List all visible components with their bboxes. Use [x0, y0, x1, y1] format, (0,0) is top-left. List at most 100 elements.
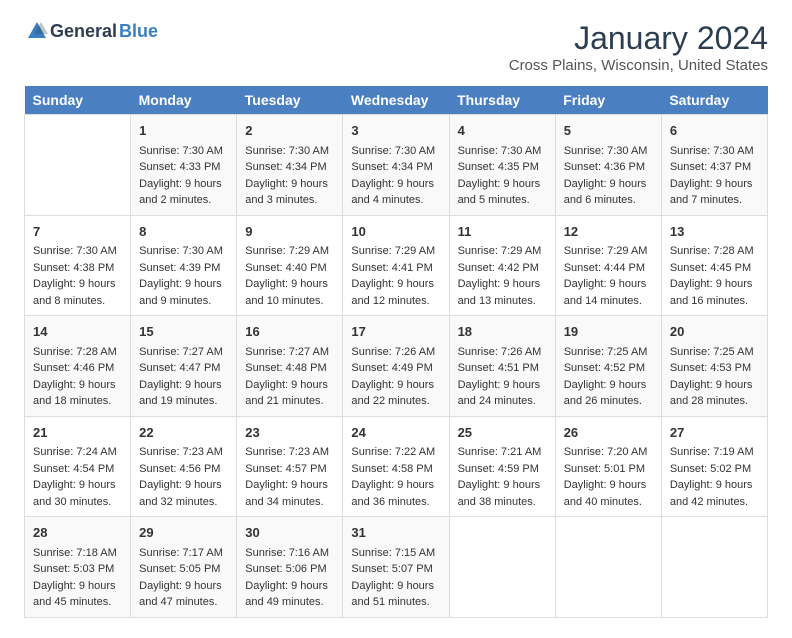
column-header-thursday: Thursday: [449, 86, 555, 115]
sunrise-text: Sunrise: 7:29 AM: [564, 245, 648, 257]
sunrise-text: Sunrise: 7:20 AM: [564, 446, 648, 458]
daylight-text: Daylight: 9 hours and 6 minutes.: [564, 178, 647, 207]
calendar-cell: 4 Sunrise: 7:30 AM Sunset: 4:35 PM Daylight…: [449, 115, 555, 216]
calendar-cell: 1Sunrise: 7:30 AMSunset: 4:33 PMDaylight…: [131, 115, 237, 216]
month-title: January 2024: [509, 20, 768, 57]
logo-blue-text: Blue: [119, 21, 158, 42]
day-number: 15: [139, 322, 228, 342]
sunrise-text: Sunrise: 7:30 AM: [139, 145, 223, 157]
day-number: 22: [139, 423, 228, 443]
sunset-text: Sunset: 5:01 PM: [564, 463, 645, 475]
day-number: 6: [670, 121, 759, 141]
sunrise-text: Sunrise: 7:17 AM: [139, 547, 223, 559]
daylight-text: Daylight: 9 hours and 49 minutes.: [245, 580, 328, 609]
day-number: 27: [670, 423, 759, 443]
title-block: January 2024 Cross Plains, Wisconsin, Un…: [509, 20, 768, 74]
sunset-text: Sunset: 4:53 PM: [670, 362, 751, 374]
sunset-text: Sunset: 4:56 PM: [139, 463, 220, 475]
calendar-cell: 22 Sunrise: 7:23 AM Sunset: 4:56 PM Dayligh…: [131, 416, 237, 517]
sunrise-text: Sunrise: 7:27 AM: [139, 346, 223, 358]
sunset-text: Sunset: 4:52 PM: [564, 362, 645, 374]
day-number: 17: [351, 322, 440, 342]
calendar-cell: 27Sunrise: 7:19 AMSunset: 5:02 PMDayligh…: [661, 416, 767, 517]
sunrise-text: Sunrise: 7:30 AM: [458, 145, 542, 157]
sunset-text: Sunset: 4:49 PM: [351, 362, 432, 374]
daylight-text: Daylight: 9 hours and 38 minutes.: [458, 479, 541, 508]
sunrise-text: Sunrise: 7:16 AM: [245, 547, 329, 559]
sunset-text: Sunset: 5:07 PM: [351, 563, 432, 575]
sunset-text: Sunset: 4:34 PM: [245, 161, 326, 173]
sunset-text: Sunset: 5:05 PM: [139, 563, 220, 575]
location-text: Cross Plains, Wisconsin, United States: [509, 57, 768, 74]
sunrise-text: Sunrise: 7:28 AM: [670, 245, 754, 257]
calendar-cell: 2Sunrise: 7:30 AMSunset: 4:34 PMDaylight…: [237, 115, 343, 216]
week-row-4: 21Sunrise: 7:24 AMSunset: 4:54 PMDayligh…: [25, 416, 768, 517]
calendar-cell: 11Sunrise: 7:29 AMSunset: 4:42 PMDayligh…: [449, 215, 555, 316]
column-header-sunday: Sunday: [25, 86, 131, 115]
sunrise-text: Sunrise: 7:26 AM: [458, 346, 542, 358]
day-number: 1: [139, 121, 228, 141]
calendar-cell: 23Sunrise: 7:23 AMSunset: 4:57 PMDayligh…: [237, 416, 343, 517]
sunset-text: Sunset: 4:41 PM: [351, 262, 432, 274]
sunset-text: Sunset: 4:40 PM: [245, 262, 326, 274]
sunrise-text: Sunrise: 7:23 AM: [139, 446, 223, 458]
day-number: 12: [564, 222, 653, 242]
daylight-text: Daylight: 9 hours and 12 minutes.: [351, 278, 434, 307]
day-number: 28: [33, 523, 122, 543]
calendar-cell: [25, 115, 131, 216]
calendar-table: SundayMondayTuesdayWednesdayThursdayFrid…: [24, 86, 768, 618]
day-number: 13: [670, 222, 759, 242]
calendar-cell: 7Sunrise: 7:30 AMSunset: 4:38 PMDaylight…: [25, 215, 131, 316]
sunset-text: Sunset: 4:39 PM: [139, 262, 220, 274]
sunrise-text: Sunrise: 7:29 AM: [245, 245, 329, 257]
day-number: 24: [351, 423, 440, 443]
calendar-cell: 17Sunrise: 7:26 AMSunset: 4:49 PMDayligh…: [343, 316, 449, 417]
daylight-text: Daylight: 9 hours and 18 minutes.: [33, 379, 116, 408]
column-header-wednesday: Wednesday: [343, 86, 449, 115]
sunrise-text: Sunrise: 7:25 AM: [564, 346, 648, 358]
logo-icon: [26, 20, 48, 42]
sunset-text: Sunset: 4:54 PM: [33, 463, 114, 475]
calendar-cell: 15Sunrise: 7:27 AMSunset: 4:47 PMDayligh…: [131, 316, 237, 417]
column-header-saturday: Saturday: [661, 86, 767, 115]
calendar-cell: 31Sunrise: 7:15 AMSunset: 5:07 PMDayligh…: [343, 517, 449, 618]
calendar-cell: 19Sunrise: 7:25 AMSunset: 4:52 PMDayligh…: [555, 316, 661, 417]
sunset-text: Sunset: 5:03 PM: [33, 563, 114, 575]
day-number: 3: [351, 121, 440, 141]
day-number: 25: [458, 423, 547, 443]
calendar-cell: 21Sunrise: 7:24 AMSunset: 4:54 PMDayligh…: [25, 416, 131, 517]
calendar-cell: [449, 517, 555, 618]
calendar-cell: 26Sunrise: 7:20 AMSunset: 5:01 PMDayligh…: [555, 416, 661, 517]
day-number: 18: [458, 322, 547, 342]
daylight-text: Daylight: 9 hours and 5 minutes.: [458, 178, 541, 207]
sunrise-text: Sunrise: 7:29 AM: [351, 245, 435, 257]
sunrise-text: Sunrise: 7:30 AM: [33, 245, 117, 257]
sunset-text: Sunset: 4:44 PM: [564, 262, 645, 274]
sunrise-text: Sunrise: 7:30 AM: [564, 145, 648, 157]
daylight-text: Daylight: 9 hours and 3 minutes.: [245, 178, 328, 207]
day-number: 30: [245, 523, 334, 543]
calendar-cell: 25Sunrise: 7:21 AMSunset: 4:59 PMDayligh…: [449, 416, 555, 517]
calendar-cell: 5Sunrise: 7:30 AMSunset: 4:36 PMDaylight…: [555, 115, 661, 216]
daylight-text: Daylight: 9 hours and 14 minutes.: [564, 278, 647, 307]
sunset-text: Sunset: 4:33 PM: [139, 161, 220, 173]
calendar-cell: 20Sunrise: 7:25 AMSunset: 4:53 PMDayligh…: [661, 316, 767, 417]
calendar-cell: 28Sunrise: 7:18 AMSunset: 5:03 PMDayligh…: [25, 517, 131, 618]
calendar-cell: 30Sunrise: 7:16 AMSunset: 5:06 PMDayligh…: [237, 517, 343, 618]
daylight-text: Daylight: 9 hours and 16 minutes.: [670, 278, 753, 307]
daylight-text: Daylight: 9 hours and 51 minutes.: [351, 580, 434, 609]
sunset-text: Sunset: 4:42 PM: [458, 262, 539, 274]
sunset-text: Sunset: 4:35 PM: [458, 161, 539, 173]
column-header-tuesday: Tuesday: [237, 86, 343, 115]
daylight-text: Daylight: 9 hours and 24 minutes.: [458, 379, 541, 408]
daylight-text: Daylight: 9 hours and 32 minutes.: [139, 479, 222, 508]
sunrise-text: Sunrise: 7:21 AM: [458, 446, 542, 458]
calendar-cell: 16Sunrise: 7:27 AMSunset: 4:48 PMDayligh…: [237, 316, 343, 417]
daylight-text: Daylight: 9 hours and 21 minutes.: [245, 379, 328, 408]
sunset-text: Sunset: 4:58 PM: [351, 463, 432, 475]
day-number: 21: [33, 423, 122, 443]
daylight-text: Daylight: 9 hours and 10 minutes.: [245, 278, 328, 307]
sunset-text: Sunset: 4:48 PM: [245, 362, 326, 374]
day-number: 4: [458, 121, 547, 141]
sunrise-text: Sunrise: 7:29 AM: [458, 245, 542, 257]
